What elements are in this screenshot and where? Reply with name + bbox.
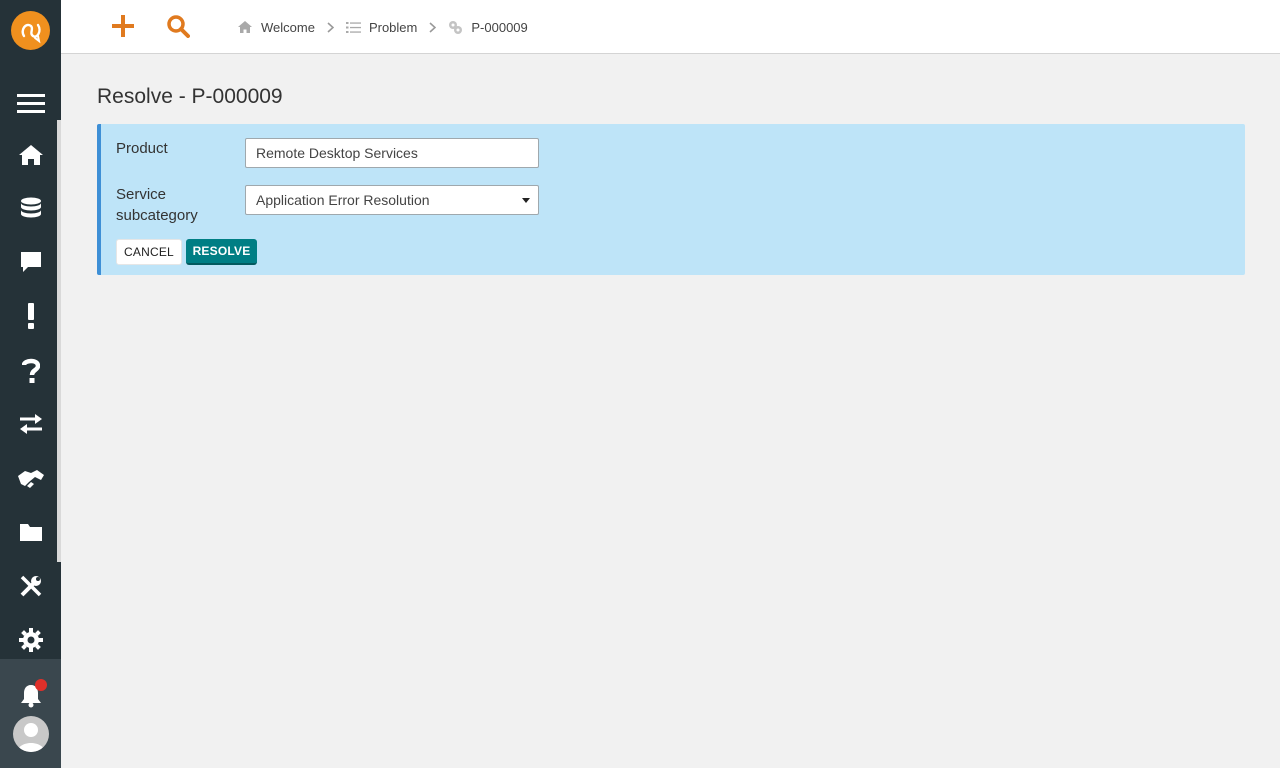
question-icon[interactable] [0,351,61,391]
cancel-button[interactable]: CANCEL [116,239,182,265]
service-subcategory-select[interactable]: Application Error Resolution [245,185,539,215]
caret-down-icon [522,198,530,203]
page-title: Resolve - P-000009 [97,85,283,108]
breadcrumb-label: P-000009 [471,19,528,35]
database-icon[interactable] [0,189,61,229]
folder-icon[interactable] [0,512,61,552]
breadcrumb-label: Welcome [261,19,315,35]
chevron-right-icon [327,21,334,33]
resolve-button[interactable]: RESOLVE [186,239,257,265]
plus-icon [112,15,134,37]
breadcrumb: Welcome Problem P-000009 [237,18,528,36]
service-subcategory-label-line1: Service [116,186,167,203]
gear-icon[interactable] [0,620,61,660]
bell-icon[interactable] [0,676,61,716]
exchange-icon[interactable] [0,404,61,444]
handshake-icon[interactable] [0,459,61,499]
home-icon[interactable] [0,135,61,175]
problem-icon [449,20,463,34]
notification-badge [35,679,47,691]
logo-icon [21,23,41,43]
chat-icon[interactable] [0,242,61,282]
service-subcategory-value: Application Error Resolution [256,192,430,208]
home-icon [238,21,252,33]
list-icon [345,21,361,33]
exclamation-icon[interactable] [0,296,61,336]
breadcrumb-problem[interactable]: Problem [345,19,418,35]
resolve-form-panel: Product Remote Desktop Services Service … [97,124,1245,275]
menu-icon[interactable] [0,83,61,123]
sidebar-scrollbar[interactable] [57,120,61,562]
add-button[interactable] [108,11,138,41]
app-logo[interactable] [11,11,50,50]
tools-icon[interactable] [0,566,61,606]
service-subcategory-label-line2: subcategory [116,207,198,224]
top-bar: Welcome Problem P-000009 [61,0,1280,54]
avatar[interactable] [13,716,49,752]
breadcrumb-current: P-000009 [448,19,528,35]
product-value: Remote Desktop Services [256,145,418,161]
breadcrumb-welcome[interactable]: Welcome [237,20,315,35]
chevron-right-icon [429,21,437,33]
user-icon [17,723,45,752]
product-field[interactable]: Remote Desktop Services [245,138,539,168]
sidebar [0,0,61,768]
search-icon [167,15,190,38]
service-subcategory-label: Service subcategory [116,184,198,226]
search-button[interactable] [163,11,193,41]
product-label: Product [116,140,168,157]
breadcrumb-label: Problem [368,19,418,35]
